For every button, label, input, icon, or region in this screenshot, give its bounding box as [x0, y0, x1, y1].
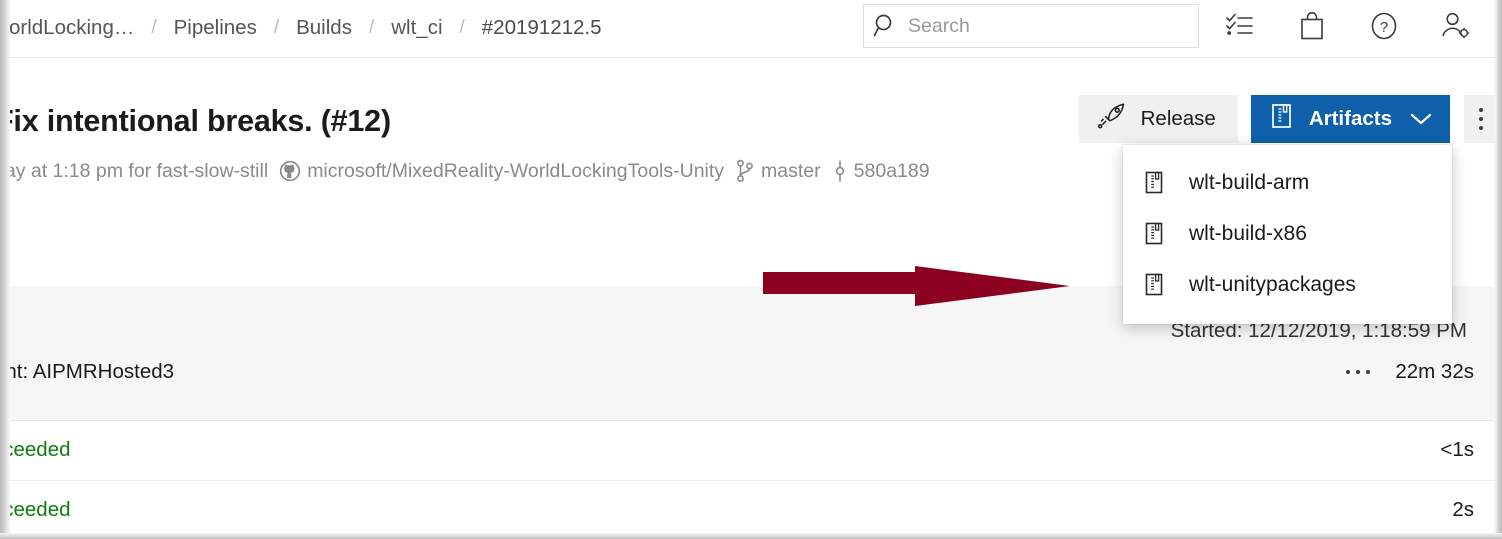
- breadcrumb-separator: /: [459, 17, 465, 38]
- breadcrumb-pipeline[interactable]: wlt_ci: [376, 16, 457, 40]
- artifacts-button-label: Artifacts: [1308, 107, 1392, 130]
- build-repo[interactable]: microsoft/MixedReality-WorldLockingTools…: [307, 160, 724, 183]
- more-horizontal-icon[interactable]: [1343, 370, 1373, 374]
- zip-file-icon: [1143, 170, 1183, 196]
- marketplace-bag-icon[interactable]: [1276, 2, 1348, 50]
- artifact-menu-item-wlt-build-x86[interactable]: wlt-build-x86: [1123, 208, 1452, 259]
- user-settings-icon[interactable]: [1420, 2, 1492, 50]
- artifact-menu-item-label: wlt-build-arm: [1189, 170, 1310, 194]
- more-actions-button[interactable]: [1464, 95, 1498, 143]
- zip-package-icon: [1269, 102, 1295, 136]
- artifacts-button[interactable]: Artifacts: [1250, 95, 1450, 143]
- task-duration: 2s: [1452, 498, 1474, 521]
- artifact-menu-item-label: wlt-unitypackages: [1189, 272, 1356, 296]
- task-status: cceeded: [0, 438, 71, 461]
- job-duration: 22m 32s: [1395, 360, 1474, 383]
- build-results-page: orldLocking… / Pipelines / Builds / wlt_…: [0, 0, 1502, 539]
- breadcrumb-separator: /: [368, 17, 375, 38]
- agent-name: ent: AIPMRHosted3: [0, 360, 175, 383]
- task-status: cceeded: [0, 498, 71, 521]
- breadcrumb-pipelines[interactable]: Pipelines: [159, 16, 272, 40]
- artifact-menu-item-label: wlt-build-x86: [1189, 221, 1307, 245]
- release-button-label: Release: [1140, 107, 1216, 130]
- more-vertical-icon: [1479, 106, 1483, 133]
- rocket-icon: [1097, 102, 1127, 136]
- github-icon: [279, 160, 301, 182]
- svg-text:?: ?: [1380, 19, 1388, 36]
- zip-file-icon: [1143, 272, 1183, 298]
- breadcrumb-separator: /: [273, 17, 280, 38]
- chevron-down-icon: [1410, 112, 1432, 126]
- breadcrumb-build-number[interactable]: #20191212.5: [467, 16, 617, 40]
- top-navigation-bar: orldLocking… / Pipelines / Builds / wlt_…: [0, 0, 1502, 58]
- topbar-icon-group: ?: [1204, 2, 1492, 50]
- commit-icon: [832, 159, 848, 183]
- build-time-text: day at 1:18 pm for fast-slow-still: [0, 159, 269, 182]
- task-duration: <1s: [1440, 438, 1474, 461]
- breadcrumb-project[interactable]: orldLocking…: [0, 16, 149, 40]
- right-crop-edge: [1494, 0, 1502, 539]
- help-icon[interactable]: ?: [1348, 2, 1420, 50]
- branch-icon: [735, 159, 755, 183]
- page-title: Fix intentional breaks. (#12): [0, 104, 391, 138]
- search-input[interactable]: Search: [908, 5, 970, 47]
- job-duration-group: 22m 32s: [1343, 360, 1474, 384]
- work-items-icon[interactable]: [1204, 2, 1276, 50]
- artifact-menu-item-wlt-build-arm[interactable]: wlt-build-arm: [1123, 157, 1452, 208]
- build-branch[interactable]: master: [761, 160, 821, 183]
- build-commit[interactable]: 580a189: [854, 160, 930, 183]
- zip-file-icon: [1143, 221, 1183, 247]
- search-box[interactable]: Search: [863, 4, 1199, 48]
- bottom-crop-edge: [0, 533, 1502, 539]
- left-crop-edge: [0, 0, 10, 539]
- artifact-menu-item-wlt-unitypackages[interactable]: wlt-unitypackages: [1123, 259, 1452, 310]
- artifacts-dropdown-menu[interactable]: wlt-build-arm wlt-build-x86 wlt-unitypac…: [1123, 145, 1452, 324]
- table-row[interactable]: cceeded <1s: [0, 421, 1502, 481]
- breadcrumb-builds[interactable]: Builds: [281, 16, 367, 40]
- build-subtitle: day at 1:18 pm for fast-slow-still micro…: [0, 159, 937, 183]
- release-button[interactable]: Release: [1078, 95, 1238, 143]
- breadcrumb: orldLocking… / Pipelines / Builds / wlt_…: [0, 9, 617, 47]
- breadcrumb-separator: /: [151, 17, 157, 38]
- search-icon: [864, 5, 908, 47]
- table-row[interactable]: cceeded 2s: [0, 481, 1502, 539]
- build-action-buttons: Release Artifacts: [1078, 95, 1498, 143]
